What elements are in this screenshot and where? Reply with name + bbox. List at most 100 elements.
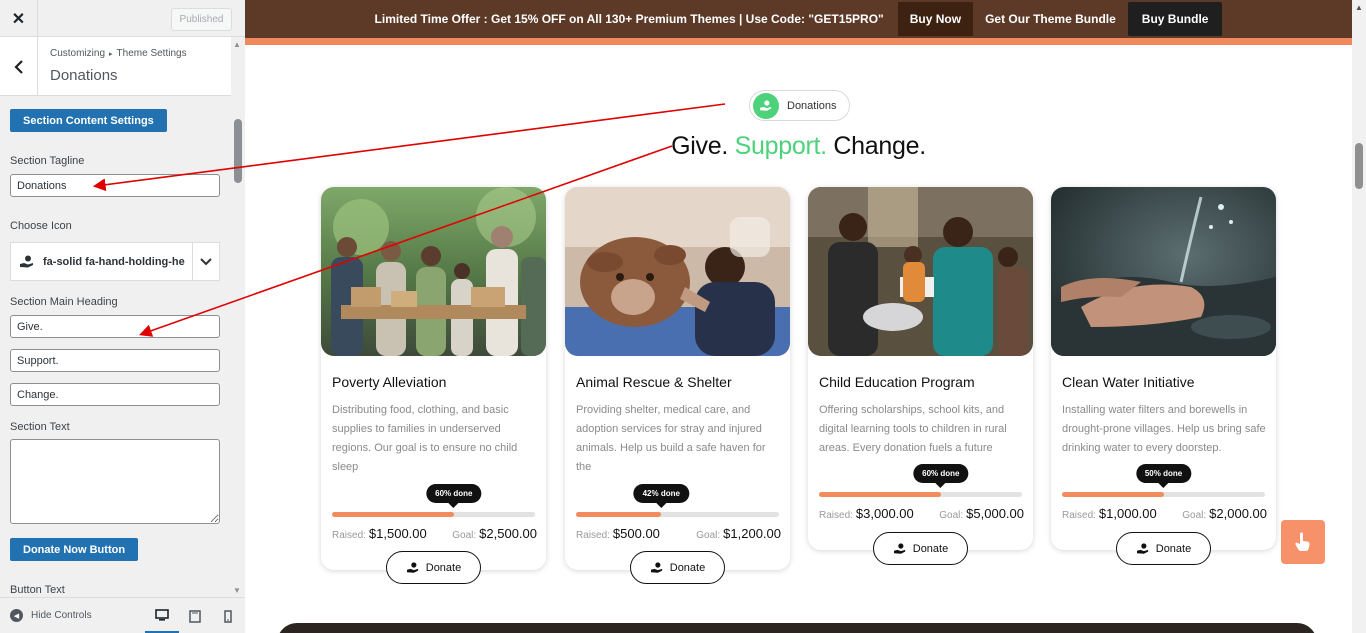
raised-value: $1,500.00 [368,526,427,541]
floating-action-button[interactable] [1281,520,1325,564]
heading-part1: Give. [671,132,728,160]
scroll-down-arrow-icon[interactable]: ▼ [233,586,241,595]
hand-holding-heart-icon [650,561,662,573]
buy-bundle-button[interactable]: Buy Bundle [1127,2,1223,36]
goal-label: Goal: [696,530,721,541]
buy-now-button[interactable]: Buy Now [897,2,974,36]
card-description: Providing shelter, medical care, and ado… [576,404,766,473]
donate-label: Donate [425,561,462,574]
section-tagline-badge: Donations [749,90,850,121]
donate-label: Donate [1155,542,1192,555]
raised-label: Raised: [576,530,610,541]
preview-scrollbar[interactable]: ▲ [1352,0,1366,633]
icon-select[interactable]: fa-solid fa-hand-holding-he [10,242,220,281]
donate-label: Donate [669,561,706,574]
hand-pointer-icon [1295,532,1310,551]
sidebar-scrollbar[interactable]: ▲ ▼ [231,37,245,597]
choose-icon-label: Choose Icon [10,220,72,232]
tagline-input[interactable] [10,174,220,197]
goal-amount: Goal: $1,200.00 [696,526,781,541]
next-section-banner [277,623,1317,633]
goal-label: Goal: [452,530,477,541]
heading-part3-input[interactable] [10,383,220,406]
mobile-icon [224,609,232,623]
scroll-up-arrow-icon[interactable]: ▲ [233,40,241,49]
breadcrumb-customizing: Customizing [50,48,106,59]
raised-value: $3,000.00 [855,506,914,521]
progress-fill [576,512,662,517]
card-title: Child Education Program [819,374,975,390]
donate-button[interactable]: Donate [873,532,968,565]
section-text-textarea[interactable] [10,439,220,524]
scroll-up-arrow-icon[interactable]: ▲ [1355,3,1363,12]
icon-select-value: fa-solid fa-hand-holding-he [43,255,185,268]
mobile-preview-button[interactable] [211,598,245,633]
chevron-down-icon[interactable] [192,243,219,280]
section-header: Customizing ▸ Theme Settings Donations [0,37,231,96]
progress-badge: 50% done [1135,464,1192,488]
progress-fill [1062,492,1164,497]
progress-bar [576,512,779,517]
desktop-preview-button[interactable] [145,598,179,633]
hand-holding-heart-icon [11,255,43,269]
raised-label: Raised: [819,510,853,521]
breadcrumb-separator: ▸ [109,51,113,58]
back-button[interactable] [0,37,38,96]
goal-label: Goal: [939,510,964,521]
progress-badge: 60% done [913,464,969,488]
raised-value: $500.00 [612,526,660,541]
section-title: Donations [50,67,118,84]
card-title: Clean Water Initiative [1062,374,1195,390]
progress-bar [819,492,1022,497]
close-customizer-button[interactable]: ✕ [0,0,38,37]
site-preview: Limited Time Offer : Get 15% OFF on All … [245,0,1366,633]
goal-amount: Goal: $2,500.00 [452,526,537,541]
progress-fill [819,492,941,497]
tablet-preview-button[interactable] [178,598,212,633]
donate-now-button-settings[interactable]: Donate Now Button [10,538,139,561]
progress-bar [1062,492,1265,497]
hand-holding-heart-icon [893,542,905,554]
raised-amount: Raised: $1,000.00 [1062,506,1157,521]
section-content-settings-button[interactable]: Section Content Settings [10,109,167,132]
progress-bar [332,512,535,517]
raised-label: Raised: [1062,510,1096,521]
donate-button[interactable]: Donate [1116,532,1211,565]
donate-button[interactable]: Donate [630,551,725,584]
published-button[interactable]: Published [171,8,232,31]
sidebar-scroll-thumb[interactable] [234,119,242,183]
heading-part3: Change. [833,132,926,160]
goal-amount: Goal: $5,000.00 [939,506,1024,521]
raised-amount: Raised: $1,500.00 [332,526,427,541]
preview-scroll-thumb[interactable] [1355,143,1363,189]
section-heading: Give. Support. Change. [245,132,1352,161]
goal-value: $2,500.00 [479,526,537,541]
progress-fill [332,512,454,517]
donation-card: Clean Water Initiative Installing water … [1051,187,1276,565]
section-tagline: Donations [787,99,837,112]
hide-controls-button[interactable]: ◀ Hide Controls [10,609,92,622]
raised-label: Raised: [332,530,366,541]
promo-text: Limited Time Offer : Get 15% OFF on All … [374,12,884,26]
goal-label: Goal: [1182,510,1207,521]
heading-part2: Support. [734,132,827,160]
goal-value: $1,200.00 [723,526,781,541]
hide-controls-label: Hide Controls [31,610,92,621]
promo-bar: Limited Time Offer : Get 15% OFF on All … [245,0,1352,45]
goal-amount: Goal: $2,000.00 [1182,506,1267,521]
tagline-label: Section Tagline [10,155,85,167]
close-icon: ✕ [11,10,26,28]
raised-amount: Raised: $500.00 [576,526,660,541]
goal-value: $5,000.00 [966,506,1024,521]
heading-part2-input[interactable] [10,349,220,372]
breadcrumb: Customizing ▸ Theme Settings [50,48,187,59]
main-heading-label: Section Main Heading [10,296,118,308]
hand-holding-heart-icon [753,92,779,119]
arrow-left-circle-icon: ◀ [10,609,23,622]
card-title: Poverty Alleviation [332,374,447,390]
customizer-top-bar: ✕ Published [0,0,245,37]
donate-button[interactable]: Donate [386,551,481,584]
donation-card: Poverty Alleviation Distributing food, c… [321,187,546,584]
heading-part1-input[interactable] [10,315,220,338]
water-hands-photo [1051,187,1276,356]
